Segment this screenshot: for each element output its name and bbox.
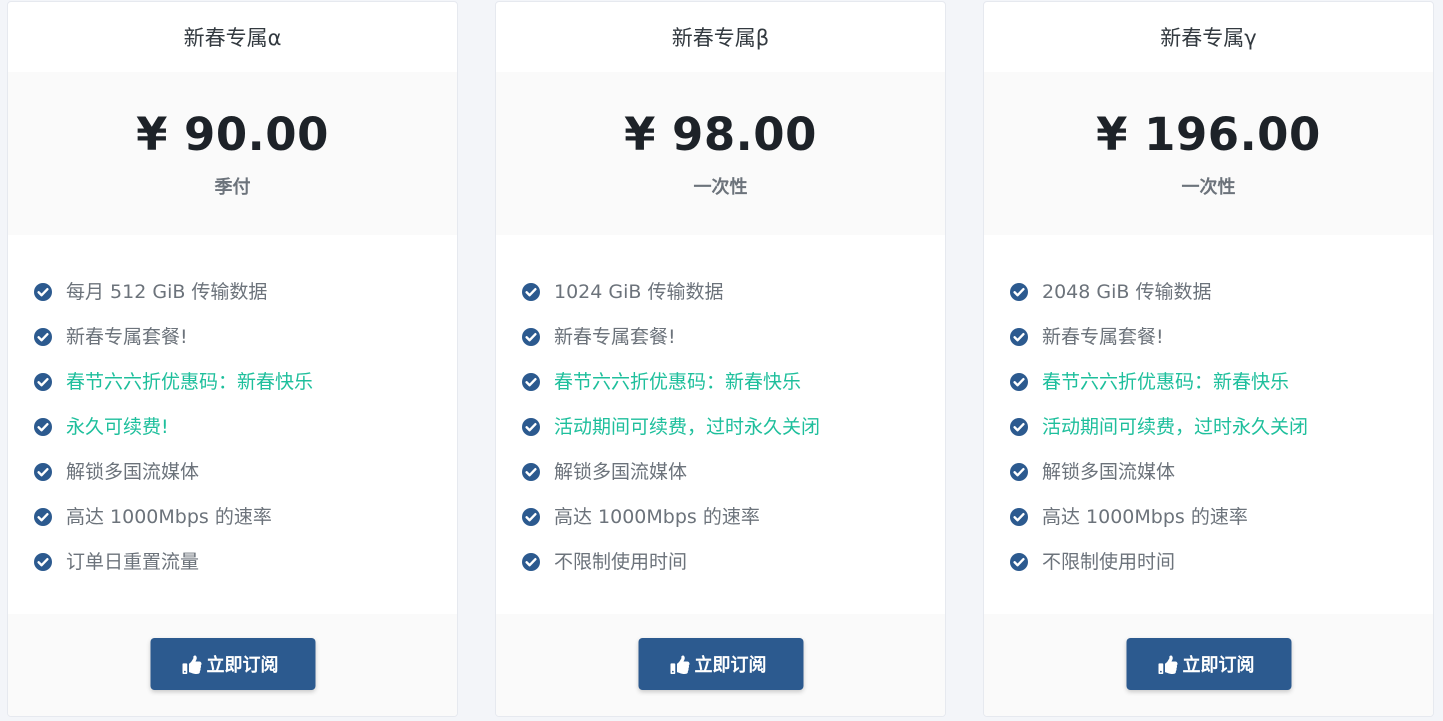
feature-text: 解锁多国流媒体 bbox=[554, 461, 688, 483]
check-circle-icon bbox=[34, 508, 52, 526]
feature-item: 解锁多国流媒体 bbox=[521, 459, 945, 504]
price-block: ¥ 98.00 一次性 bbox=[496, 72, 945, 235]
plan-period: 一次性 bbox=[693, 177, 748, 198]
feature-item: 春节六六折优惠码：新春快乐 bbox=[521, 369, 945, 414]
feature-list: 1024 GiB 传输数据 新春专属套餐! 春节六六折优惠码：新春快乐 活动期间… bbox=[496, 235, 945, 594]
feature-text: 解锁多国流媒体 bbox=[66, 461, 200, 483]
feature-item: 永久可续费! bbox=[33, 414, 457, 459]
check-circle-icon bbox=[34, 373, 52, 391]
feature-item: 高达 1000Mbps 的速率 bbox=[1009, 504, 1433, 549]
feature-item: 活动期间可续费，过时永久关闭 bbox=[1009, 414, 1433, 459]
subscribe-button[interactable]: 立即订阅 bbox=[1126, 638, 1291, 690]
check-circle-icon bbox=[34, 283, 52, 301]
feature-text: 活动期间可续费，过时永久关闭 bbox=[1042, 416, 1309, 438]
card-footer: 立即订阅 bbox=[496, 614, 945, 716]
feature-text: 2048 GiB 传输数据 bbox=[1042, 281, 1212, 303]
subscribe-button[interactable]: 立即订阅 bbox=[638, 638, 803, 690]
feature-item: 1024 GiB 传输数据 bbox=[521, 279, 945, 324]
feature-text: 永久可续费! bbox=[66, 416, 169, 438]
feature-text: 春节六六折优惠码：新春快乐 bbox=[554, 371, 802, 393]
thumbs-up-icon bbox=[182, 655, 202, 674]
feature-item: 订单日重置流量 bbox=[33, 549, 457, 594]
check-circle-icon bbox=[1010, 418, 1028, 436]
feature-item: 不限制使用时间 bbox=[1009, 549, 1433, 594]
feature-text: 每月 512 GiB 传输数据 bbox=[66, 281, 268, 303]
feature-item: 新春专属套餐! bbox=[521, 324, 945, 369]
card-footer: 立即订阅 bbox=[984, 614, 1433, 716]
check-circle-icon bbox=[522, 283, 540, 301]
check-circle-icon bbox=[34, 418, 52, 436]
feature-text: 解锁多国流媒体 bbox=[1042, 461, 1176, 483]
feature-item: 春节六六折优惠码：新春快乐 bbox=[1009, 369, 1433, 414]
check-circle-icon bbox=[34, 553, 52, 571]
subscribe-button-label: 立即订阅 bbox=[694, 655, 767, 676]
thumbs-up-icon bbox=[1158, 655, 1178, 674]
feature-text: 春节六六折优惠码：新春快乐 bbox=[66, 371, 314, 393]
plan-card-3: 新春专属γ ¥ 196.00 一次性 2048 GiB 传输数据 新春专属套餐!… bbox=[983, 1, 1434, 717]
check-circle-icon bbox=[34, 328, 52, 346]
check-circle-icon bbox=[1010, 463, 1028, 481]
plan-price: ¥ 90.00 bbox=[136, 108, 329, 161]
plan-price: ¥ 98.00 bbox=[624, 108, 817, 161]
check-circle-icon bbox=[522, 463, 540, 481]
feature-item: 高达 1000Mbps 的速率 bbox=[33, 504, 457, 549]
subscribe-button-label: 立即订阅 bbox=[1182, 655, 1255, 676]
feature-list: 2048 GiB 传输数据 新春专属套餐! 春节六六折优惠码：新春快乐 活动期间… bbox=[984, 235, 1433, 594]
feature-item: 2048 GiB 传输数据 bbox=[1009, 279, 1433, 324]
feature-item: 不限制使用时间 bbox=[521, 549, 945, 594]
check-circle-icon bbox=[1010, 553, 1028, 571]
check-circle-icon bbox=[522, 508, 540, 526]
feature-item: 新春专属套餐! bbox=[1009, 324, 1433, 369]
plan-period: 季付 bbox=[214, 177, 251, 198]
feature-text: 新春专属套餐! bbox=[554, 326, 676, 348]
feature-text: 订单日重置流量 bbox=[66, 551, 200, 573]
feature-item: 解锁多国流媒体 bbox=[1009, 459, 1433, 504]
feature-text: 不限制使用时间 bbox=[1042, 551, 1176, 573]
plan-card-1: 新春专属α ¥ 90.00 季付 每月 512 GiB 传输数据 新春专属套餐!… bbox=[7, 1, 458, 717]
feature-text: 不限制使用时间 bbox=[554, 551, 688, 573]
feature-text: 1024 GiB 传输数据 bbox=[554, 281, 724, 303]
feature-text: 活动期间可续费，过时永久关闭 bbox=[554, 416, 821, 438]
feature-text: 春节六六折优惠码：新春快乐 bbox=[1042, 371, 1290, 393]
feature-text: 新春专属套餐! bbox=[1042, 326, 1164, 348]
check-circle-icon bbox=[1010, 328, 1028, 346]
feature-item: 新春专属套餐! bbox=[33, 324, 457, 369]
price-block: ¥ 196.00 一次性 bbox=[984, 72, 1433, 235]
feature-text: 高达 1000Mbps 的速率 bbox=[554, 506, 760, 528]
feature-item: 高达 1000Mbps 的速率 bbox=[521, 504, 945, 549]
check-circle-icon bbox=[522, 328, 540, 346]
feature-item: 每月 512 GiB 传输数据 bbox=[33, 279, 457, 324]
feature-text: 高达 1000Mbps 的速率 bbox=[66, 506, 272, 528]
price-block: ¥ 90.00 季付 bbox=[8, 72, 457, 235]
plan-title: 新春专属α bbox=[183, 26, 282, 50]
plan-period: 一次性 bbox=[1181, 177, 1236, 198]
feature-list: 每月 512 GiB 传输数据 新春专属套餐! 春节六六折优惠码：新春快乐 永久… bbox=[8, 235, 457, 594]
feature-item: 活动期间可续费，过时永久关闭 bbox=[521, 414, 945, 459]
subscribe-button[interactable]: 立即订阅 bbox=[150, 638, 315, 690]
feature-item: 解锁多国流媒体 bbox=[33, 459, 457, 504]
check-circle-icon bbox=[1010, 373, 1028, 391]
check-circle-icon bbox=[522, 553, 540, 571]
check-circle-icon bbox=[34, 463, 52, 481]
feature-item: 春节六六折优惠码：新春快乐 bbox=[33, 369, 457, 414]
plan-title: 新春专属γ bbox=[1160, 26, 1257, 50]
check-circle-icon bbox=[1010, 508, 1028, 526]
thumbs-up-icon bbox=[670, 655, 690, 674]
plan-price: ¥ 196.00 bbox=[1096, 108, 1321, 161]
subscribe-button-label: 立即订阅 bbox=[206, 655, 279, 676]
card-footer: 立即订阅 bbox=[8, 614, 457, 716]
check-circle-icon bbox=[522, 418, 540, 436]
feature-text: 新春专属套餐! bbox=[66, 326, 188, 348]
check-circle-icon bbox=[1010, 283, 1028, 301]
feature-text: 高达 1000Mbps 的速率 bbox=[1042, 506, 1248, 528]
plan-title: 新春专属β bbox=[671, 26, 770, 50]
plan-card-2: 新春专属β ¥ 98.00 一次性 1024 GiB 传输数据 新春专属套餐! … bbox=[495, 1, 946, 717]
check-circle-icon bbox=[522, 373, 540, 391]
